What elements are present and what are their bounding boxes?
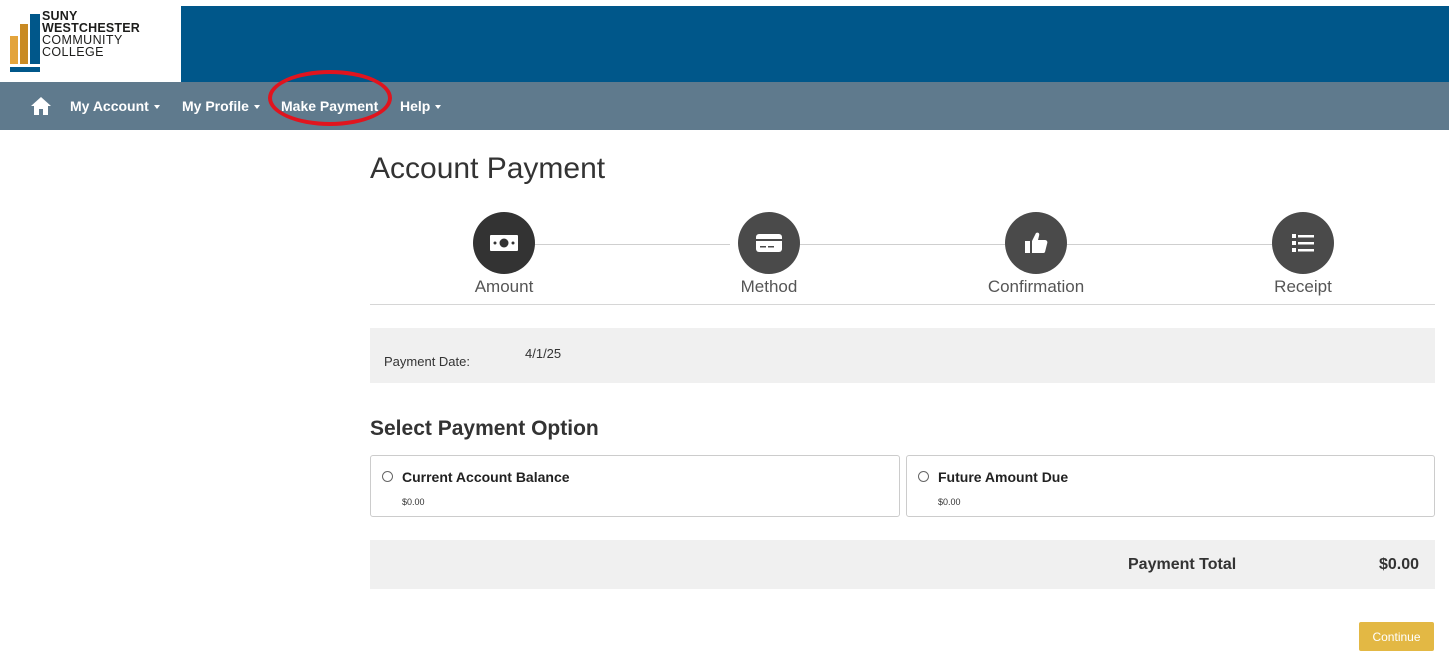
college-logo[interactable]: SUNY WESTCHESTER COMMUNITY COLLEGE xyxy=(0,0,181,82)
radio-button[interactable] xyxy=(918,471,929,482)
site-header xyxy=(0,6,1449,82)
home-icon[interactable] xyxy=(30,96,52,116)
step-label: Method xyxy=(740,277,798,296)
logo-mark-icon xyxy=(10,14,40,72)
radio-button[interactable] xyxy=(382,471,393,482)
money-bill-icon xyxy=(490,235,518,251)
nav-make-payment-label: Make Payment xyxy=(281,98,379,114)
option-amount: $0.00 xyxy=(938,497,961,507)
step-receipt: Receipt xyxy=(1233,212,1373,297)
option-title: Future Amount Due xyxy=(938,469,1069,485)
step-label: Amount xyxy=(474,277,534,296)
main-navbar: My Account My Profile Make Payment Help xyxy=(0,82,1449,130)
payment-total-label: Payment Total xyxy=(1128,556,1237,573)
option-amount: $0.00 xyxy=(402,497,425,507)
payment-date-value: 4/1/25 xyxy=(525,346,562,361)
page-title: Account Payment xyxy=(370,152,606,185)
nav-make-payment[interactable]: Make Payment xyxy=(281,98,378,114)
nav-help[interactable]: Help xyxy=(400,98,442,114)
nav-help-label: Help xyxy=(400,98,431,114)
step-label: Receipt xyxy=(1274,277,1332,296)
credit-card-icon xyxy=(756,234,782,252)
step-label: Confirmation xyxy=(987,277,1085,296)
option-title: Current Account Balance xyxy=(402,469,570,485)
payment-date-panel: Payment Date: 4/1/25 xyxy=(370,328,1435,383)
option-current-balance[interactable]: Current Account Balance $0.00 xyxy=(370,455,900,517)
step-confirmation: Confirmation xyxy=(966,212,1106,297)
chevron-down-icon xyxy=(253,105,260,110)
payment-total-value: $0.00 xyxy=(1378,556,1419,573)
list-icon xyxy=(1292,234,1314,252)
payment-option-heading: Select Payment Option xyxy=(370,417,599,440)
nav-my-profile[interactable]: My Profile xyxy=(182,98,260,114)
chevron-down-icon xyxy=(153,105,160,110)
nav-my-account-label: My Account xyxy=(70,98,149,114)
option-future-amount[interactable]: Future Amount Due $0.00 xyxy=(906,455,1435,517)
nav-my-account[interactable]: My Account xyxy=(70,98,160,114)
logo-line-4: COLLEGE xyxy=(42,45,104,59)
step-amount: Amount xyxy=(434,212,574,297)
nav-my-profile-label: My Profile xyxy=(182,98,249,114)
chevron-down-icon xyxy=(435,105,442,110)
logo-text: SUNY WESTCHESTER COMMUNITY COLLEGE xyxy=(42,10,140,59)
continue-button[interactable]: Continue xyxy=(1359,622,1434,651)
thumbs-up-icon xyxy=(1025,232,1048,253)
payment-total-panel: Payment Total $0.00 xyxy=(370,540,1435,589)
step-method: Method xyxy=(699,212,839,297)
payment-date-label: Payment Date: xyxy=(384,354,470,369)
payment-steps: Amount Method Confirmation Receipt xyxy=(370,212,1435,305)
